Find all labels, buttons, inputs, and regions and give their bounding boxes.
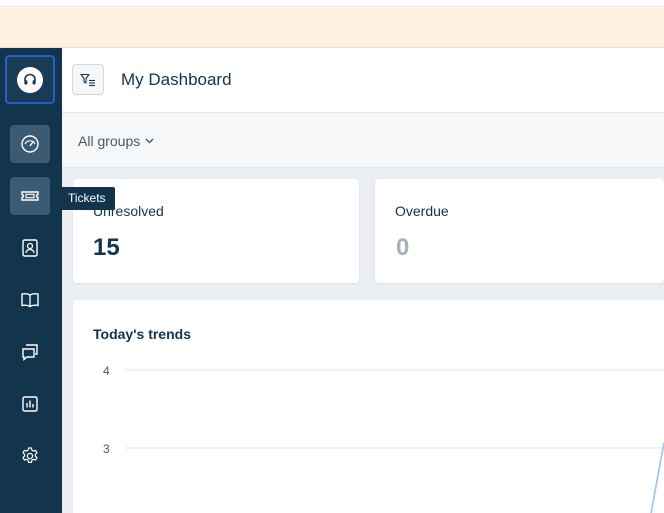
- todays-trends-widget: Today's trends 4 3: [73, 300, 664, 513]
- reports-icon: [22, 396, 38, 412]
- book-icon: [21, 293, 39, 308]
- dashboard-icon: [21, 135, 39, 153]
- group-dropdown[interactable]: All groups: [78, 133, 154, 149]
- card-value: 0: [396, 234, 410, 261]
- page-header: My Dashboard: [62, 48, 664, 113]
- nav-item-solutions[interactable]: [10, 281, 50, 319]
- nav-item-reports[interactable]: [10, 385, 50, 423]
- app-logo[interactable]: [5, 55, 55, 104]
- headset-icon: [17, 66, 43, 93]
- overdue-card[interactable]: Overdue 0: [375, 179, 664, 283]
- filter-button[interactable]: [72, 64, 104, 95]
- page-title: My Dashboard: [121, 70, 232, 89]
- nav-item-tickets[interactable]: [10, 177, 50, 215]
- gear-icon: [22, 447, 38, 463]
- chevron-down-icon: [145, 138, 154, 144]
- card-label: Overdue: [395, 203, 449, 219]
- contacts-icon: [22, 239, 38, 257]
- nav-item-admin[interactable]: [10, 437, 50, 475]
- notification-banner: [0, 8, 664, 48]
- trend-chart: [125, 369, 664, 513]
- unresolved-card[interactable]: Unresolved 15: [73, 179, 359, 283]
- sidebar-tooltip: Tickets: [62, 187, 115, 210]
- filter-icon: [80, 73, 95, 86]
- card-value: 15: [93, 234, 120, 261]
- conversations-icon: [22, 344, 38, 361]
- group-dropdown-label: All groups: [78, 133, 141, 149]
- nav-item-contacts[interactable]: [10, 229, 50, 267]
- nav-item-dashboard[interactable]: [10, 125, 50, 163]
- ticket-icon: [21, 191, 39, 201]
- group-filter-bar: All groups: [62, 113, 664, 168]
- dashboard-content: All groups Unresolved 15 Overdue 0 Today…: [62, 113, 664, 513]
- trend-line: [650, 442, 664, 513]
- sidebar: [0, 48, 62, 513]
- nav-item-conversations[interactable]: [10, 333, 50, 371]
- top-strip: [0, 0, 664, 7]
